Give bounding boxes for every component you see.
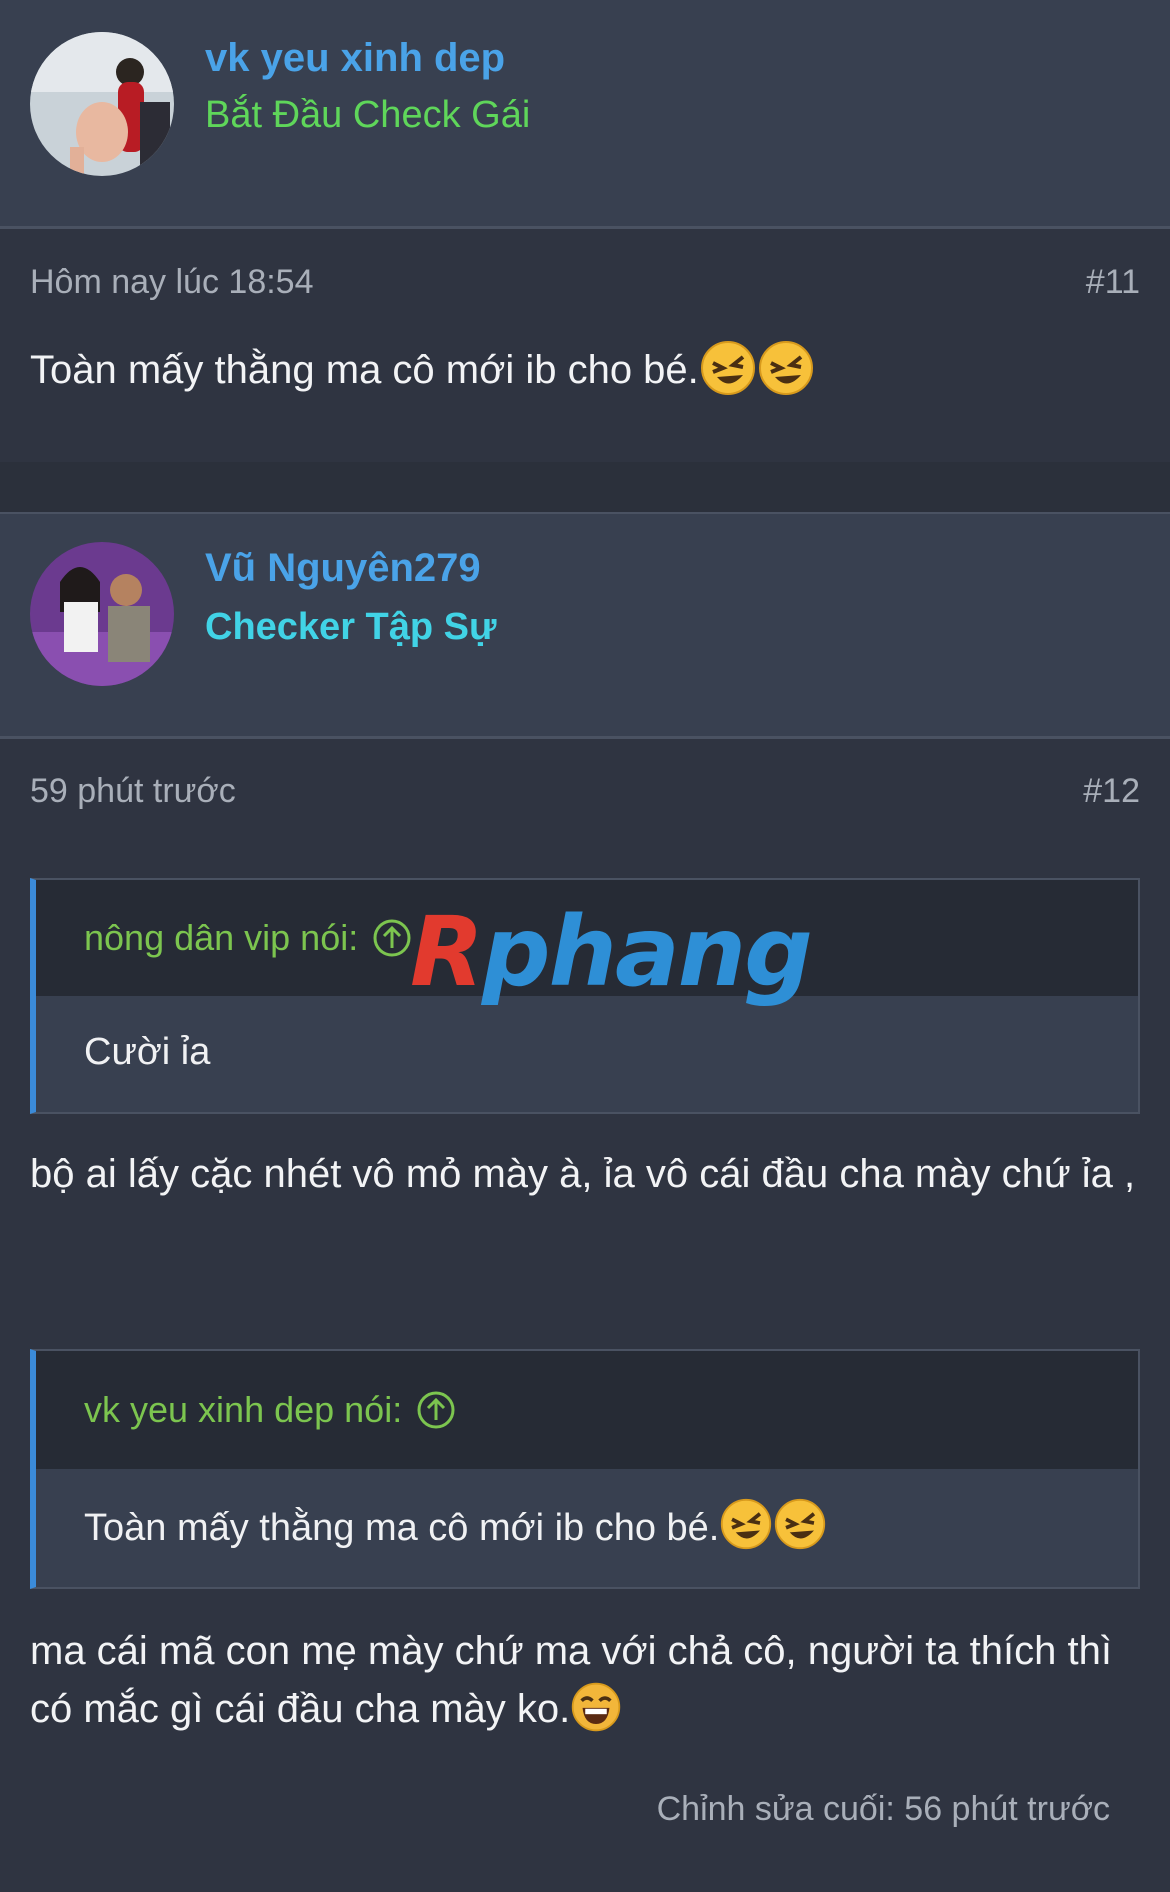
post-11-body: Hôm nay lúc 18:54 #11 Toàn mấy thằng ma …: [0, 229, 1170, 462]
quote-text: Toàn mấy thằng ma cô mới ib cho bé.: [36, 1469, 1138, 1587]
quote-author[interactable]: vk yeu xinh dep nói:: [84, 1389, 402, 1431]
edited-notice: Chỉnh sửa cuối: 56 phút trước: [656, 1790, 1110, 1828]
rolling-on-floor-laughing-icon: [700, 341, 755, 396]
rolling-on-floor-laughing-icon: [775, 1498, 826, 1550]
avatar[interactable]: [30, 32, 174, 176]
quote-author[interactable]: nông dân vip nói:: [84, 917, 358, 959]
quote-block: vk yeu xinh dep nói: Toàn mấy thằng ma c…: [30, 1349, 1140, 1589]
reply-text: ma cái mã con mẹ mày chứ ma với chả cô, …: [30, 1622, 1130, 1738]
quote-header: vk yeu xinh dep nói:: [36, 1351, 1138, 1469]
post-text: Toàn mấy thằng ma cô mới ib cho bé.: [30, 341, 1140, 399]
arrow-up-circle-icon[interactable]: [416, 1390, 456, 1430]
post-number[interactable]: #11: [1086, 263, 1140, 302]
post-message: Toàn mấy thằng ma cô mới ib cho bé.: [30, 348, 699, 392]
watermark-logo: Rphang: [410, 896, 813, 1008]
username[interactable]: vk yeu xinh dep: [205, 36, 505, 81]
username[interactable]: Vũ Nguyên279: [205, 546, 481, 591]
user-title: Checker Tập Sự: [205, 606, 497, 648]
avatar[interactable]: [30, 542, 174, 686]
rolling-on-floor-laughing-icon: [721, 1498, 772, 1550]
rolling-on-floor-laughing-icon: [758, 341, 813, 396]
reply-text: bộ ai lấy cặc nhét vô mỏ mày à, ỉa vô cá…: [30, 1152, 1136, 1196]
post-date[interactable]: Hôm nay lúc 18:54: [30, 263, 314, 302]
quote-message: Toàn mấy thằng ma cô mới ib cho bé.: [84, 1506, 720, 1549]
quote-text: Cười ỉa: [84, 1030, 211, 1073]
post-number[interactable]: #12: [1083, 772, 1140, 811]
post-11-user-header: vk yeu xinh dep Bắt Đầu Check Gái: [0, 0, 1170, 229]
post-12-user-header: Vũ Nguyên279 Checker Tập Sự: [0, 512, 1170, 739]
post-date[interactable]: 59 phút trước: [30, 772, 236, 811]
laughing-face-icon: [572, 1683, 621, 1732]
arrow-up-circle-icon[interactable]: [372, 918, 412, 958]
user-title: Bắt Đầu Check Gái: [205, 94, 531, 136]
